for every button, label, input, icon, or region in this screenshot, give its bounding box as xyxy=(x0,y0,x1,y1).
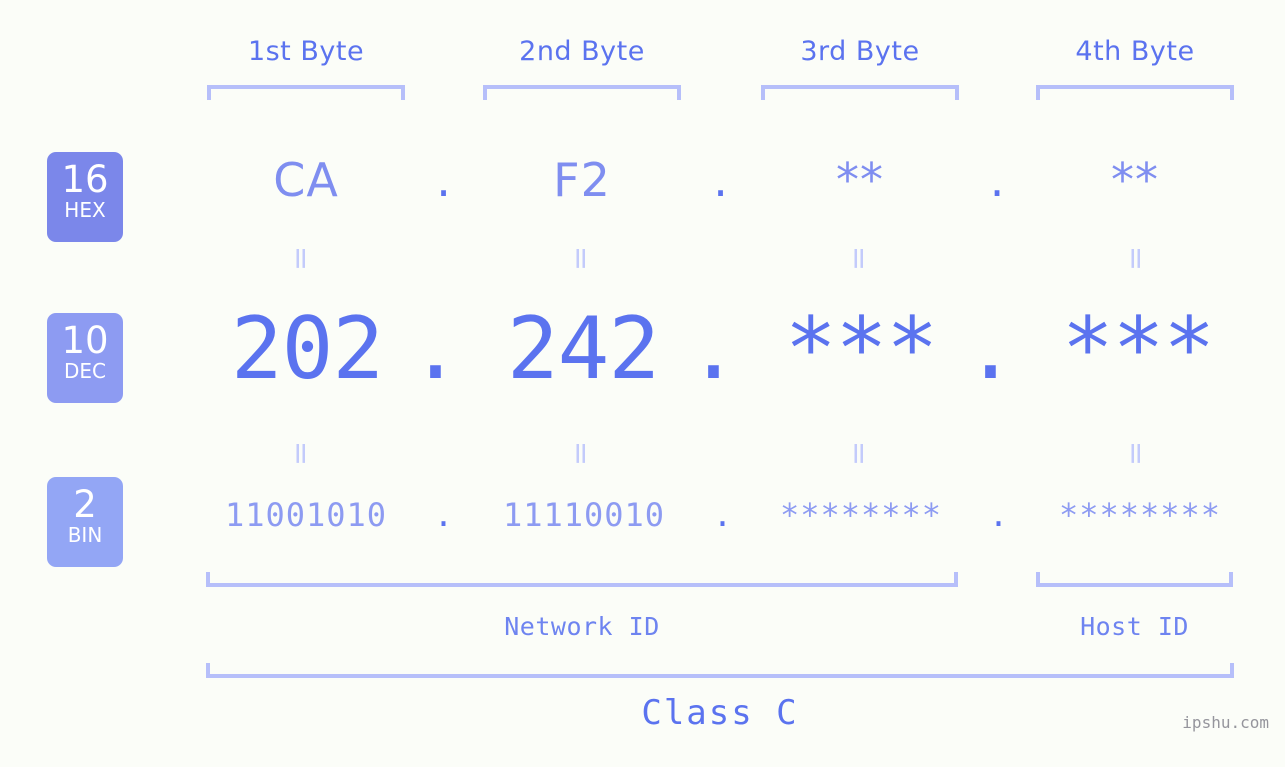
hex-byte-3: ** xyxy=(836,153,884,207)
bin-separator-2: . xyxy=(712,496,734,534)
class-label: Class C xyxy=(641,693,799,733)
network-id-label: Network ID xyxy=(504,612,660,641)
base-badge-dec: 10 DEC xyxy=(47,313,123,403)
byte-header-label-2: 2nd Byte xyxy=(519,36,645,67)
equals-symbol-1-1: = xyxy=(283,245,319,272)
dec-byte-4: *** xyxy=(1061,299,1215,399)
base-badge-bin-name: BIN xyxy=(67,523,103,547)
network-id-bracket xyxy=(206,572,958,587)
dec-byte-3: *** xyxy=(784,299,938,399)
byte-bracket-2 xyxy=(483,85,681,100)
byte-bracket-4 xyxy=(1036,85,1234,100)
base-badge-dec-name: DEC xyxy=(63,359,106,383)
base-badge-bin-number: 2 xyxy=(73,483,97,526)
equals-symbol-2-2: = xyxy=(563,440,599,467)
hex-byte-2: F2 xyxy=(553,153,611,207)
base-badge-dec-number: 10 xyxy=(61,319,109,362)
equals-symbol-2-4: = xyxy=(1118,440,1154,467)
bin-separator-3: . xyxy=(988,496,1010,534)
base-badge-bin: 2 BIN xyxy=(47,477,123,567)
dec-byte-2: 242 xyxy=(506,299,660,399)
dec-byte-1: 202 xyxy=(230,299,384,399)
ip-byte-breakdown-diagram: 1st Byte 2nd Byte 3rd Byte 4th Byte 16 H… xyxy=(0,0,1285,767)
equals-symbol-1-4: = xyxy=(1118,245,1154,272)
dec-separator-2: . xyxy=(687,299,740,399)
host-id-bracket xyxy=(1036,572,1233,587)
hex-byte-1: CA xyxy=(273,153,339,207)
byte-bracket-3 xyxy=(761,85,959,100)
class-bracket xyxy=(206,663,1234,678)
hex-separator-2: . xyxy=(713,153,729,207)
site-watermark: ipshu.com xyxy=(1182,713,1269,732)
equals-symbol-2-3: = xyxy=(841,440,877,467)
host-id-label: Host ID xyxy=(1080,612,1189,641)
bin-byte-3: ******** xyxy=(779,496,943,534)
bin-byte-1: 11001010 xyxy=(224,496,388,534)
base-badge-hex: 16 HEX xyxy=(47,152,123,242)
hex-separator-3: . xyxy=(989,153,1006,207)
hex-separator-1: . xyxy=(436,153,452,207)
equals-symbol-2-1: = xyxy=(283,440,319,467)
byte-bracket-1 xyxy=(207,85,405,100)
byte-header-label-4: 4th Byte xyxy=(1075,36,1195,67)
dec-separator-1: . xyxy=(409,299,462,399)
hex-byte-4: ** xyxy=(1111,153,1159,207)
bin-byte-2: 11110010 xyxy=(502,496,666,534)
byte-header-label-1: 1st Byte xyxy=(247,36,365,67)
equals-symbol-1-3: = xyxy=(841,245,877,272)
base-badge-hex-number: 16 xyxy=(61,158,109,201)
base-badge-hex-name: HEX xyxy=(64,198,106,222)
bin-byte-4: ******** xyxy=(1058,496,1222,534)
byte-header-label-3: 3rd Byte xyxy=(800,36,920,67)
equals-symbol-1-2: = xyxy=(563,245,599,272)
dec-separator-3: . xyxy=(964,299,1017,399)
bin-separator-1: . xyxy=(433,496,455,534)
